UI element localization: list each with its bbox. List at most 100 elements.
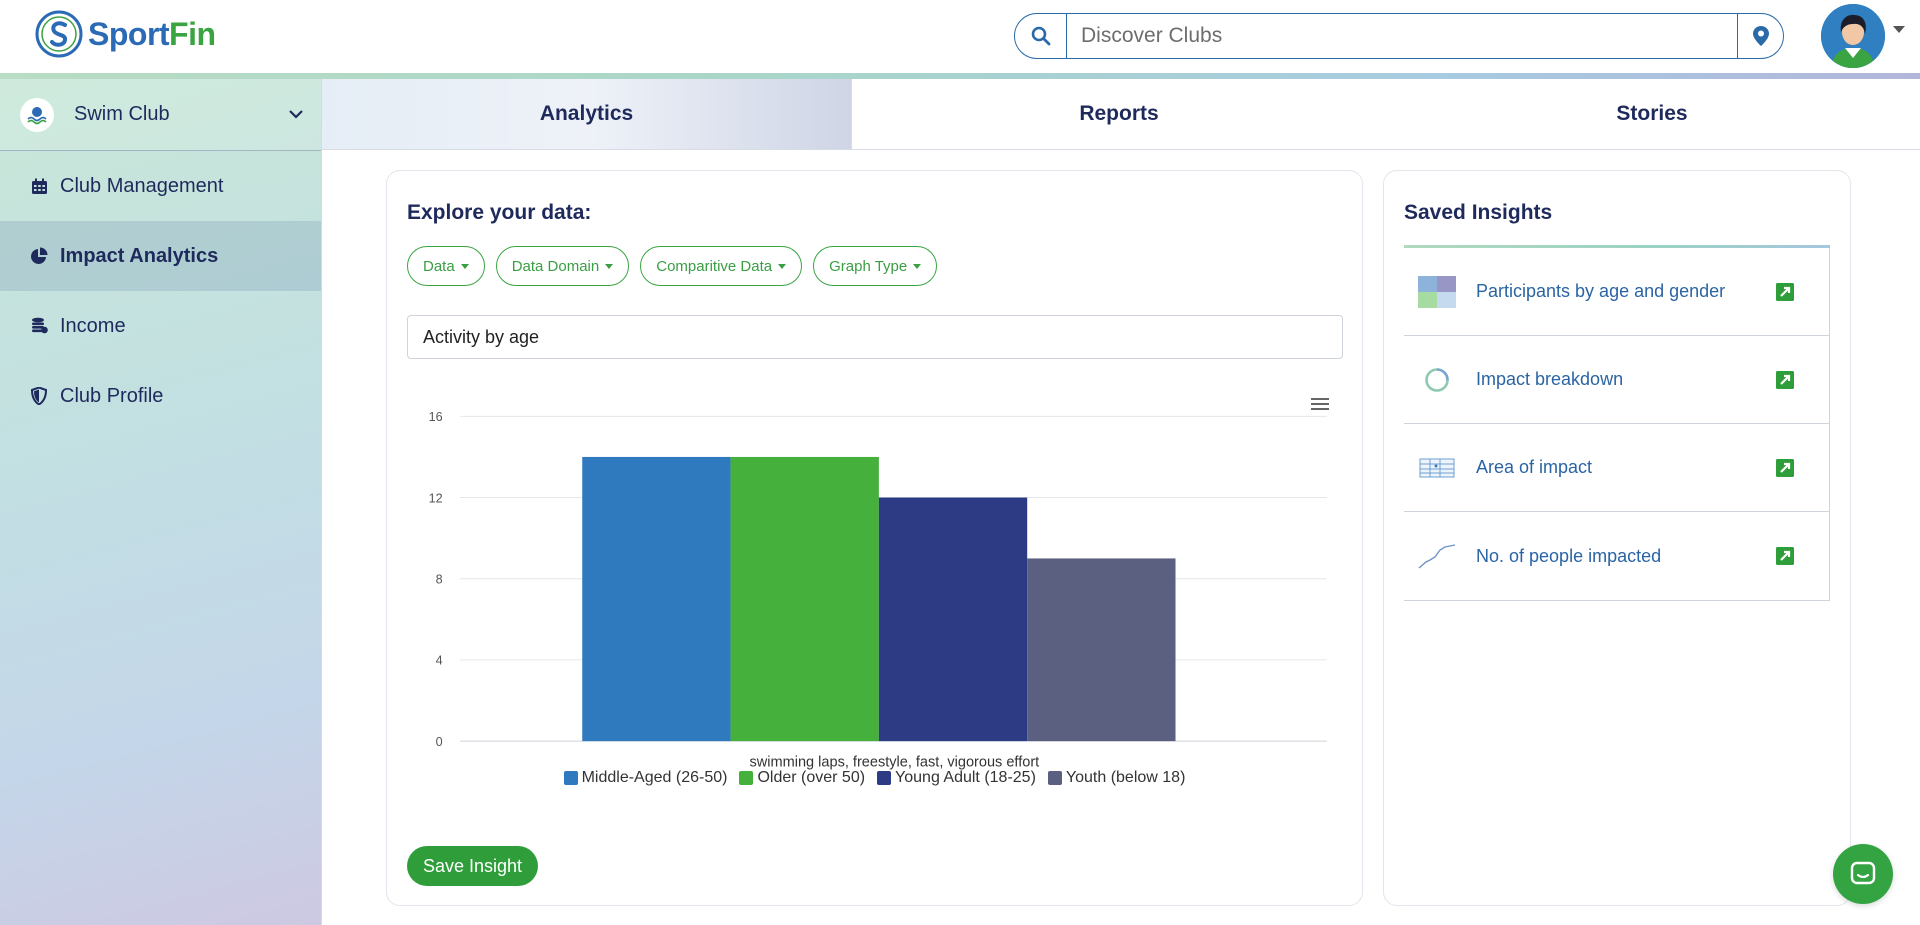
pie-chart-icon: [30, 247, 48, 265]
map-pin-icon: [1752, 26, 1769, 46]
open-external-icon[interactable]: [1775, 282, 1795, 302]
chart-title-input[interactable]: [407, 315, 1343, 359]
donut-thumb-icon: [1418, 364, 1456, 396]
user-avatar-icon: [1821, 4, 1885, 68]
save-insight-button[interactable]: Save Insight: [407, 846, 539, 886]
sportfin-logo-icon: [35, 10, 83, 58]
dropdown-label: Graph Type: [829, 257, 908, 275]
saved-insights-list: Participants by age and gender Impact br…: [1404, 248, 1830, 601]
saved-insight-label: Participants by age and gender: [1476, 281, 1726, 301]
search-input[interactable]: [1067, 14, 1737, 58]
account-caret-icon[interactable]: [1893, 26, 1905, 34]
sidebar-item-label: Income: [60, 314, 126, 337]
dropdown-label: Data Domain: [511, 257, 600, 275]
line-thumb-icon: [1418, 540, 1456, 572]
logo-text: SportFin: [88, 16, 216, 53]
y-tick-label: 0: [436, 735, 443, 749]
explore-title: Explore your data:: [407, 201, 592, 224]
tab-reports[interactable]: Reports: [852, 79, 1386, 149]
bar: [878, 497, 1028, 742]
saved-insight-label: Area of impact: [1476, 457, 1593, 477]
location-button[interactable]: [1737, 14, 1783, 58]
club-selector[interactable]: Swim Club: [0, 79, 321, 151]
coins-icon: [30, 317, 48, 335]
sidebar-item-label: Club Profile: [60, 384, 164, 407]
legend-item[interactable]: Middle-Aged (26-50): [563, 769, 728, 787]
legend-label: Youth (below 18): [1065, 769, 1186, 786]
comparitive-data-dropdown[interactable]: Comparitive Data: [640, 246, 803, 286]
logo-sport-text: Sport: [88, 15, 170, 52]
open-external-icon[interactable]: [1775, 370, 1795, 390]
legend-label: Young Adult (18-25): [895, 769, 1036, 786]
legend-item[interactable]: Young Adult (18-25): [877, 769, 1036, 787]
saved-insights-card: Saved Insights Participants by age and g…: [1383, 170, 1851, 906]
saved-insight-label: Impact breakdown: [1476, 369, 1624, 389]
bar: [1027, 558, 1176, 742]
sportfin-logo[interactable]: SportFin: [34, 9, 216, 59]
club-logo: [20, 97, 54, 132]
saved-insight-label: No. of people impacted: [1476, 545, 1662, 566]
sidebar-item-impact-analytics[interactable]: Impact Analytics: [0, 221, 321, 291]
table-thumb-icon: [1418, 452, 1456, 484]
sidebar-item-income[interactable]: Income: [0, 291, 321, 361]
legend-item[interactable]: Older (over 50): [739, 769, 865, 787]
legend-label: Older (over 50): [757, 769, 866, 786]
bar-chart: 0 4 8 12 16 swimming laps, freestyle, fast, v…: [429, 410, 1327, 770]
club-name: Swim Club: [74, 103, 170, 125]
data-domain-dropdown[interactable]: Data Domain: [495, 246, 630, 286]
bar: [730, 456, 879, 742]
saved-insights-title: Saved Insights: [1404, 201, 1553, 224]
explore-data-card: Explore your data: Data Data Domain Comp…: [386, 170, 1363, 906]
data-dropdown[interactable]: Data: [407, 246, 485, 286]
filter-bar: Data Data Domain Comparitive Data Graph …: [407, 246, 938, 286]
saved-insight-item[interactable]: Impact breakdown: [1404, 336, 1829, 424]
open-external-icon[interactable]: [1775, 458, 1795, 478]
sidebar-item-label: Club Management: [60, 174, 224, 197]
caret-down-icon: [605, 263, 614, 269]
caret-down-icon: [778, 263, 787, 269]
caret-down-icon: [460, 263, 469, 269]
analytics-tabs: Analytics Reports Stories: [322, 79, 1920, 150]
y-tick-label: 8: [436, 573, 443, 587]
dropdown-label: Data: [423, 257, 455, 275]
sidebar: Swim Club Club Management Impact Analyti…: [0, 79, 322, 925]
chat-launcher-button[interactable]: [1833, 844, 1893, 904]
dropdown-label: Comparitive Data: [656, 257, 773, 275]
user-avatar[interactable]: [1821, 4, 1885, 68]
legend-item[interactable]: Youth (below 18): [1047, 769, 1186, 787]
top-header: SportFin: [0, 0, 1920, 74]
heatmap-thumb-icon: [1418, 275, 1456, 308]
sidebar-item-club-management[interactable]: Club Management: [0, 151, 321, 221]
saved-insight-item[interactable]: No. of people impacted: [1404, 512, 1829, 600]
calendar-icon: [30, 177, 48, 195]
saved-insight-item[interactable]: Area of impact: [1404, 424, 1829, 512]
legend-swatch: [563, 771, 578, 785]
search-button[interactable]: [1015, 14, 1067, 58]
caret-down-icon: [913, 263, 922, 269]
swim-club-logo-icon: [27, 106, 47, 124]
chat-icon: [1850, 861, 1876, 885]
graph-type-dropdown[interactable]: Graph Type: [813, 246, 938, 286]
search-icon: [1031, 26, 1050, 46]
search-bar: [1014, 13, 1784, 59]
chart-menu-icon[interactable]: [1310, 396, 1332, 412]
tab-analytics[interactable]: Analytics: [322, 79, 852, 149]
legend-label: Middle-Aged (26-50): [581, 769, 728, 786]
sidebar-item-label: Impact Analytics: [60, 244, 219, 267]
y-tick-label: 12: [429, 491, 443, 505]
logo-fin-text: Fin: [169, 15, 216, 52]
legend-swatch: [1047, 771, 1062, 785]
bar: [582, 456, 731, 742]
chevron-down-icon: [289, 110, 303, 119]
open-external-icon[interactable]: [1775, 546, 1795, 566]
legend-swatch: [739, 771, 754, 785]
sidebar-item-club-profile[interactable]: Club Profile: [0, 361, 321, 431]
legend-swatch: [877, 771, 892, 785]
saved-insight-item[interactable]: Participants by age and gender: [1404, 248, 1829, 336]
x-category-label: swimming laps, freestyle, fast, vigorous…: [750, 754, 1040, 770]
chart-legend: Middle-Aged (26-50) Older (over 50) Young …: [387, 769, 1362, 787]
tab-stories[interactable]: Stories: [1386, 79, 1918, 149]
y-tick-label: 16: [429, 410, 443, 424]
shield-icon: [30, 387, 48, 405]
y-tick-label: 4: [436, 654, 443, 668]
